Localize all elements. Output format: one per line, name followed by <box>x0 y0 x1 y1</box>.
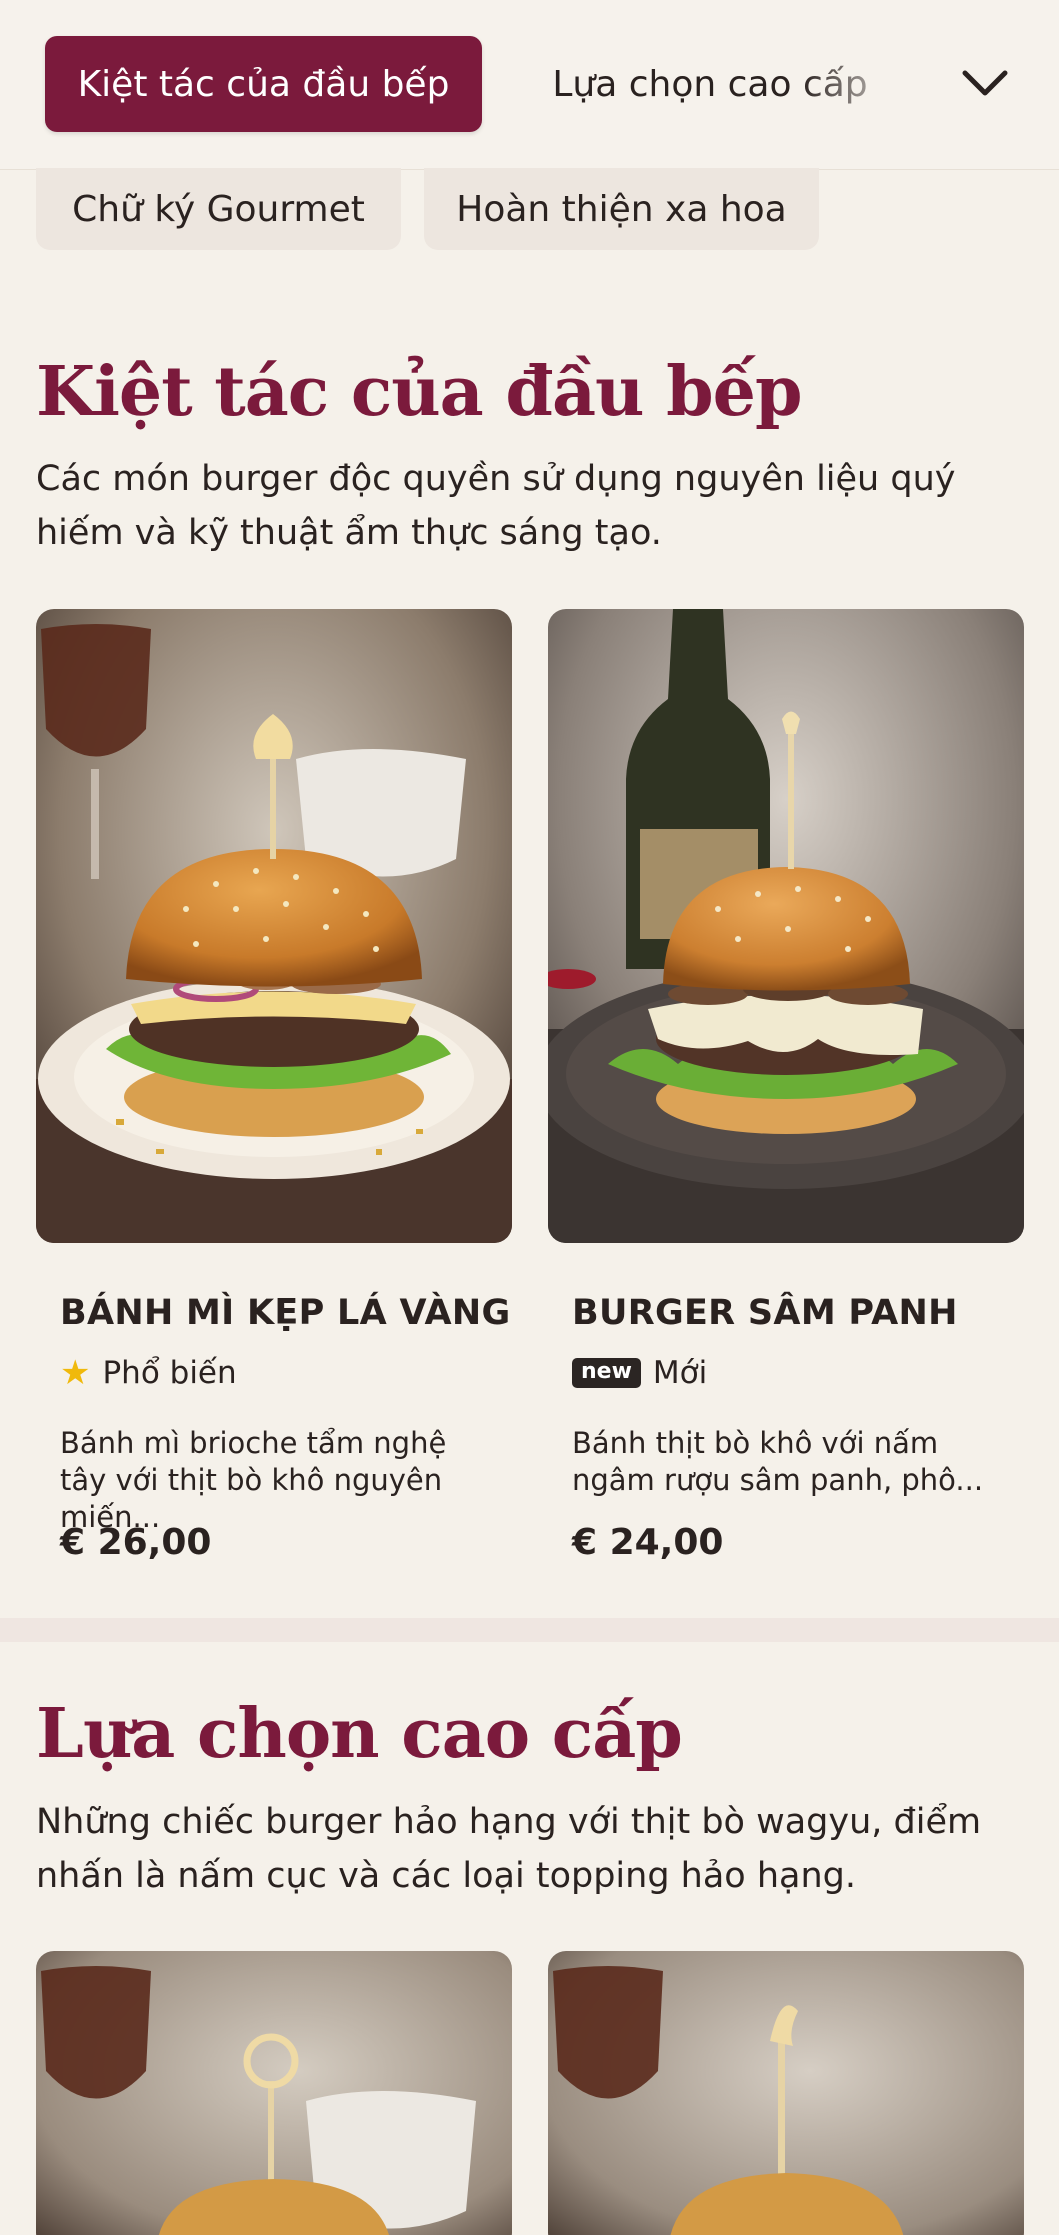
product-description: Bánh thịt bò khô với nấm ngâm rượu sâm p… <box>572 1426 984 1497</box>
subcategory-pill[interactable]: Hoàn thiện xa hoa <box>424 168 819 250</box>
product-image[interactable] <box>36 609 512 1243</box>
category-tab-label: Kiệt tác của đầu bếp <box>77 63 450 105</box>
scroll-fade <box>800 0 940 168</box>
product-tag-label: Mới <box>652 1355 708 1391</box>
section-divider <box>0 1618 1059 1642</box>
star-icon: ★ <box>60 1353 91 1393</box>
subcategory-pill[interactable]: Chữ ký Gourmet <box>36 168 401 250</box>
product-image[interactable] <box>548 1951 1024 2235</box>
product-name[interactable]: BURGER SÂM PANH <box>572 1293 958 1333</box>
section-title: Lựa chọn cao cấp <box>36 1694 683 1774</box>
section-description: Những chiếc burger hảo hạng với thịt bò … <box>36 1802 982 1896</box>
product-name[interactable]: BÁNH MÌ KẸP LÁ VÀNG <box>60 1293 511 1333</box>
product-tag: new Mới <box>572 1355 707 1391</box>
category-nav: Kiệt tác của đầu bếp Lựa chọn cao cấp <box>0 0 1059 170</box>
new-badge: new <box>572 1358 641 1388</box>
product-image[interactable] <box>548 609 1024 1243</box>
product-description: Bánh mì brioche tẩm nghệ tây với thịt bò… <box>60 1426 447 1534</box>
product-tag: ★ Phổ biến <box>60 1355 237 1391</box>
product-tag-label: Phổ biến <box>102 1355 237 1391</box>
product-price: € 26,00 <box>60 1522 212 1563</box>
category-tab-active[interactable]: Kiệt tác của đầu bếp <box>45 36 482 132</box>
chevron-down-icon[interactable] <box>955 54 1015 114</box>
subcategory-label: Hoàn thiện xa hoa <box>456 188 787 230</box>
product-price: € 24,00 <box>572 1522 724 1563</box>
product-image[interactable] <box>36 1951 512 2235</box>
subcategory-label: Chữ ký Gourmet <box>72 188 365 230</box>
section-description: Các món burger độc quyền sử dụng nguyên … <box>36 459 956 553</box>
section-title: Kiệt tác của đầu bếp <box>36 352 802 432</box>
